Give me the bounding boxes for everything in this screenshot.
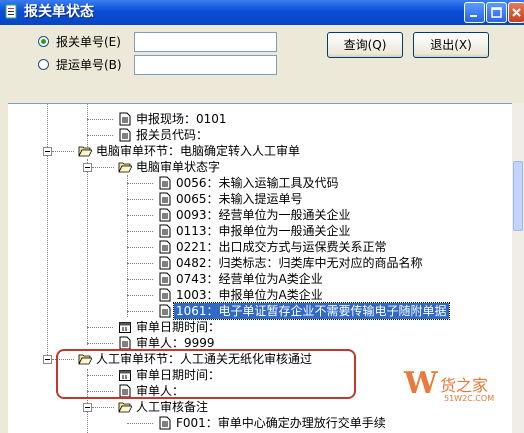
document-icon (159, 224, 171, 238)
document-icon (159, 416, 171, 430)
annotation-highlight-box (56, 349, 356, 399)
maximize-icon (491, 7, 502, 18)
tree-guide-line (92, 407, 114, 408)
watermark-url: 51W2C.COM (444, 394, 495, 403)
tree-guide-line (92, 167, 114, 168)
document-icon (159, 256, 171, 270)
title-bar[interactable]: 报关单状态 (0, 0, 524, 25)
open-folder-icon (118, 402, 132, 413)
tree-guide-line (127, 183, 153, 184)
watermark-text: 货之家 (440, 376, 489, 395)
radio-bill-number-label[interactable]: 提运单号(B) (56, 56, 122, 73)
tree-guide-line (47, 104, 48, 359)
tree-guide-line (127, 311, 153, 312)
open-folder-icon (78, 146, 92, 157)
bill-number-field[interactable] (134, 55, 277, 75)
tree-guide-line (87, 135, 113, 136)
minimize-icon (470, 15, 477, 17)
radio-customs-number-label[interactable]: 报关单号(E) (56, 33, 121, 50)
collapse-toggle[interactable] (83, 403, 92, 412)
tree-guide-line (87, 119, 113, 120)
minimize-button[interactable] (464, 2, 485, 23)
radio-customs-number[interactable] (38, 36, 49, 47)
exit-button[interactable]: 退出(X) (413, 32, 489, 58)
close-button[interactable] (508, 2, 524, 23)
tree-guide-line (127, 279, 153, 280)
tree-guide-line (127, 295, 153, 296)
app-icon (5, 4, 17, 19)
calendar-icon (119, 322, 131, 333)
tree-guide-line (127, 215, 153, 216)
collapse-toggle[interactable] (83, 163, 92, 172)
tree-guide-line (127, 247, 153, 248)
maximize-button[interactable] (486, 2, 507, 23)
tree-guide-line (127, 231, 153, 232)
collapse-toggle[interactable] (43, 355, 52, 364)
document-icon (159, 240, 171, 254)
tree-guide-line (127, 199, 153, 200)
tree-guide-line (87, 343, 113, 344)
tree-guide-line (127, 423, 153, 424)
document-icon (159, 192, 171, 206)
watermark-mark: W (404, 366, 438, 401)
open-folder-icon (118, 162, 132, 173)
tree-guide-line (87, 327, 113, 328)
close-icon (512, 8, 521, 17)
tree-guide-line (87, 159, 88, 345)
customs-number-field[interactable] (134, 32, 277, 52)
collapse-toggle[interactable] (43, 147, 52, 156)
document-icon (119, 112, 131, 126)
report-status-window: 报关单状态 报关单号(E) 提运单号(B) 查询(Q) 退出(X) 申报现场：0… (0, 0, 524, 433)
document-icon (159, 288, 171, 302)
watermark-logo: W 货之家 51W2C.COM (404, 366, 522, 410)
tree-guide-line (127, 263, 153, 264)
radio-bill-number[interactable] (38, 59, 49, 70)
document-icon (159, 304, 171, 318)
search-form: 报关单号(E) 提运单号(B) 查询(Q) 退出(X) (0, 25, 524, 103)
scrollbar-thumb[interactable] (513, 161, 523, 231)
tree-guide-line (87, 104, 88, 147)
document-icon (159, 272, 171, 286)
query-button[interactable]: 查询(Q) (327, 32, 403, 58)
document-icon (119, 128, 131, 142)
document-icon (159, 176, 171, 190)
tree-guide-line (52, 151, 74, 152)
document-icon (159, 208, 171, 222)
radio-selected-dot (41, 39, 46, 44)
window-title: 报关单状态 (24, 4, 94, 20)
document-icon (119, 336, 131, 350)
